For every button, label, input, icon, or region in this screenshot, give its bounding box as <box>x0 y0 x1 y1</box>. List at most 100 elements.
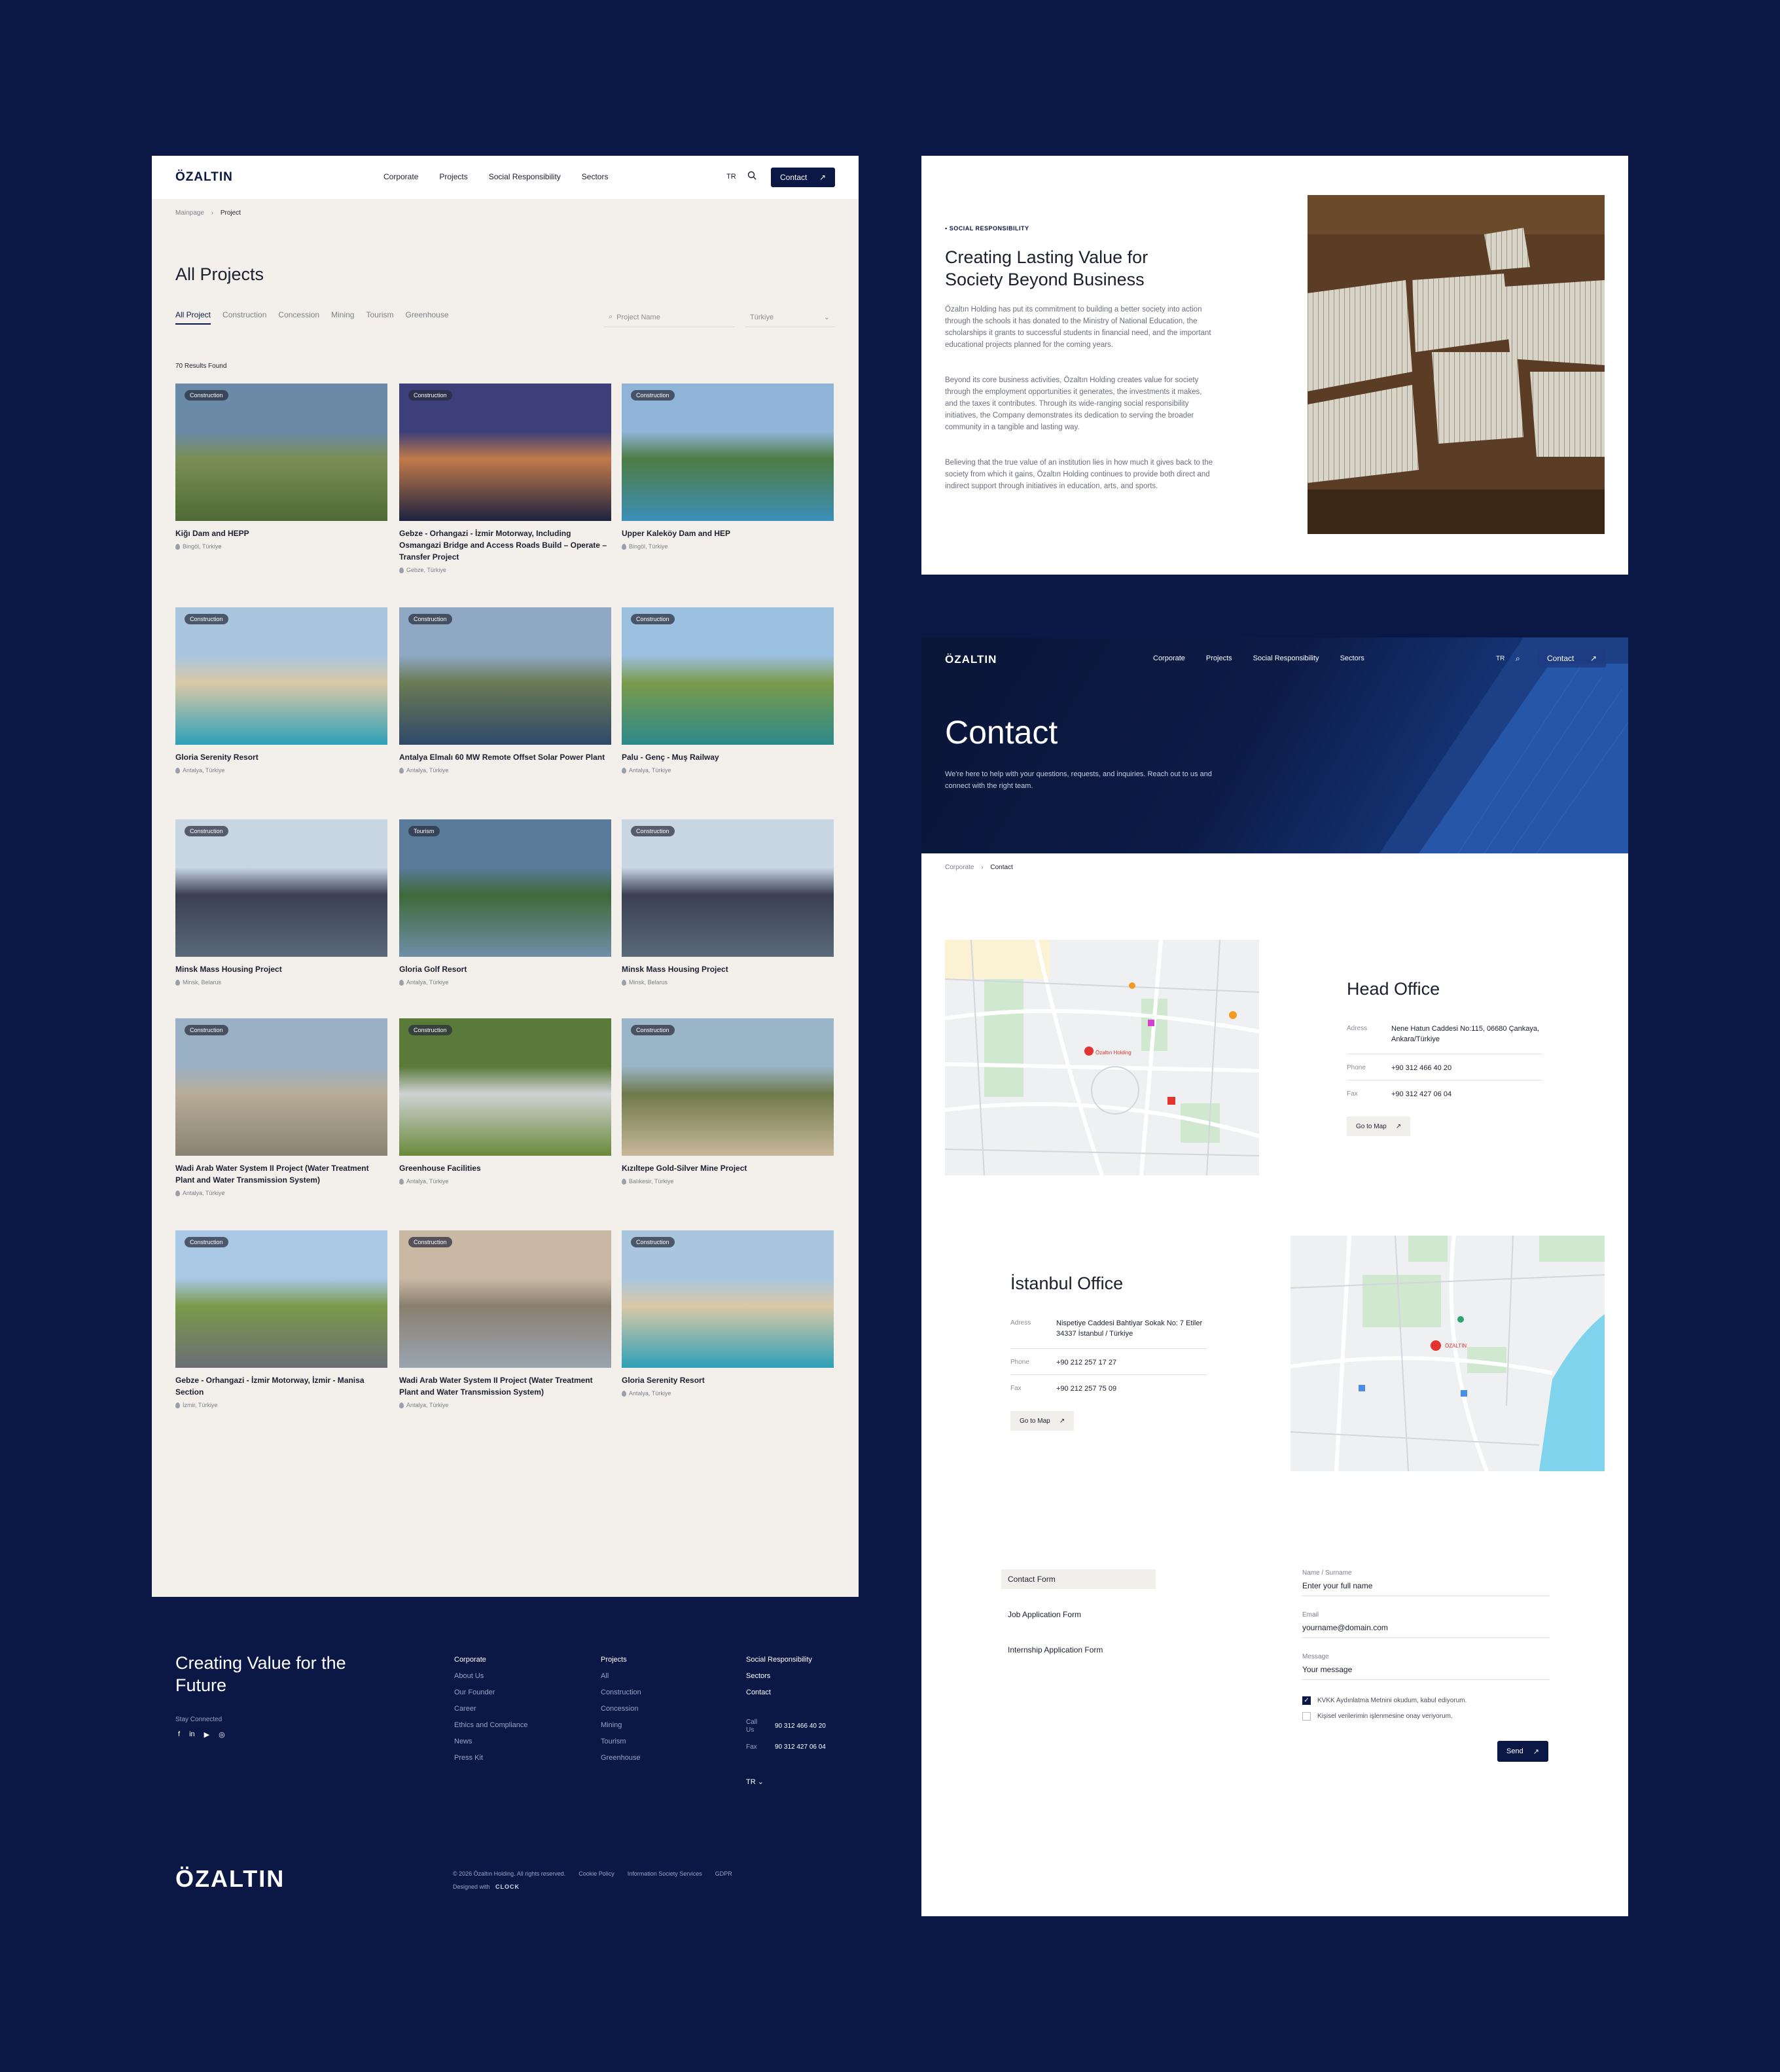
breadcrumb-home[interactable]: Corporate <box>945 864 974 871</box>
footer-link[interactable]: About Us <box>454 1668 528 1685</box>
footer-lang-select[interactable]: TR ⌄ <box>746 1777 764 1786</box>
project-card[interactable]: Construction Upper Kaleköy Dam and HEP Bin… <box>622 384 834 550</box>
project-card[interactable]: Construction Minsk Mass Housing Project Mi… <box>622 819 834 986</box>
tab-concession[interactable]: Concession <box>278 310 319 325</box>
project-card[interactable]: Construction Minsk Mass Housing Project Mi… <box>175 819 387 986</box>
project-card[interactable]: Construction Kızıltepe Gold-Silver Mine P… <box>622 1018 834 1185</box>
project-image[interactable]: Tourism <box>399 819 611 957</box>
project-title[interactable]: Antalya Elmalı 60 MW Remote Offset Solar… <box>399 751 611 763</box>
tab-tourism[interactable]: Tourism <box>366 310 393 325</box>
tab-mining[interactable]: Mining <box>331 310 354 325</box>
instagram-icon[interactable]: ◎ <box>219 1730 225 1739</box>
istanbul-office-go-to-map-button[interactable]: Go to Map ↗ <box>1010 1411 1075 1431</box>
project-title[interactable]: Kiğı Dam and HEPP <box>175 527 387 539</box>
search-icon[interactable]: ⌕ <box>1516 654 1520 664</box>
project-title[interactable]: Minsk Mass Housing Project <box>175 963 387 975</box>
nav-sectors[interactable]: Sectors <box>1340 654 1364 662</box>
facebook-icon[interactable]: f <box>178 1730 180 1739</box>
project-image[interactable]: Construction <box>175 1230 387 1368</box>
send-button[interactable]: Send ↗ <box>1497 1741 1548 1762</box>
project-title[interactable]: Gebze - Orhangazi - İzmir Motorway, Incl… <box>399 527 611 563</box>
footer-link[interactable]: Concession <box>601 1701 641 1717</box>
footer-link[interactable]: Projects <box>601 1652 641 1668</box>
footer-link[interactable]: Press Kit <box>454 1750 528 1766</box>
project-title[interactable]: Gloria Serenity Resort <box>175 751 387 763</box>
lang-switch[interactable]: TR <box>1496 655 1504 662</box>
project-title[interactable]: Gloria Golf Resort <box>399 963 611 975</box>
footer-link[interactable]: Construction <box>601 1685 641 1701</box>
gdpr-link[interactable]: GDPR <box>715 1870 732 1877</box>
project-title[interactable]: Gloria Serenity Resort <box>622 1374 834 1386</box>
kvkk-checkbox-row[interactable]: ✓ KVKK Aydınlatma Metnini okudum, kabul … <box>1302 1696 1467 1705</box>
project-search-input[interactable]: ⌕ Project Name <box>603 308 734 327</box>
footer-link[interactable]: Ethics and Compliance <box>454 1717 528 1734</box>
footer-link[interactable]: Our Founder <box>454 1685 528 1701</box>
project-title[interactable]: Gebze - Orhangazi - İzmir Motorway, İzmi… <box>175 1374 387 1398</box>
project-title[interactable]: Wadi Arab Water System II Project (Water… <box>175 1162 387 1186</box>
project-title[interactable]: Wadi Arab Water System II Project (Water… <box>399 1374 611 1398</box>
breadcrumb-home[interactable]: Mainpage <box>175 209 204 217</box>
footer-link[interactable]: Social Responsibility <box>746 1652 812 1668</box>
info-society-link[interactable]: Information Society Services <box>628 1870 702 1877</box>
footer-link[interactable]: All <box>601 1668 641 1685</box>
nav-social-responsibility[interactable]: Social Responsibility <box>1253 654 1319 662</box>
kvkk-checkbox[interactable]: ✓ <box>1302 1696 1311 1705</box>
tab-greenhouse[interactable]: Greenhouse <box>405 310 448 325</box>
project-card[interactable]: Construction Gebze - Orhangazi - İzmir Mo… <box>399 384 611 573</box>
project-card[interactable]: Construction Wadi Arab Water System II Pr… <box>399 1230 611 1408</box>
footer-link[interactable]: Career <box>454 1701 528 1717</box>
project-image[interactable]: Construction <box>622 607 834 745</box>
footer-link[interactable]: Greenhouse <box>601 1750 641 1766</box>
head-office-go-to-map-button[interactable]: Go to Map ↗ <box>1347 1116 1411 1136</box>
name-input[interactable]: Enter your full name <box>1302 1581 1550 1596</box>
project-card[interactable]: Construction Gebze - Orhangazi - İzmir Mo… <box>175 1230 387 1408</box>
project-title[interactable]: Greenhouse Facilities <box>399 1162 611 1174</box>
footer-link[interactable]: News <box>454 1734 528 1750</box>
youtube-icon[interactable]: ▶ <box>204 1730 209 1739</box>
nav-corporate[interactable]: Corporate <box>1153 654 1185 662</box>
message-input[interactable]: Your message <box>1302 1665 1550 1680</box>
istanbul-office-map[interactable]: ÖZALTIN <box>1290 1236 1605 1471</box>
search-icon[interactable] <box>747 171 756 180</box>
head-office-map[interactable]: Özaltın Holding <box>945 940 1259 1175</box>
nav-projects[interactable]: Projects <box>1206 654 1232 662</box>
footer-link[interactable]: Mining <box>601 1717 641 1734</box>
project-card[interactable]: Construction Wadi Arab Water System II Pr… <box>175 1018 387 1196</box>
contact-button[interactable]: Contact ↗ <box>771 168 835 187</box>
project-title[interactable]: Palu - Genç - Muş Railway <box>622 751 834 763</box>
nav-projects[interactable]: Projects <box>439 172 467 181</box>
consent-checkbox-row[interactable]: Kişisel verilerimin işlenmesine onay ver… <box>1302 1712 1453 1721</box>
project-image[interactable]: Construction <box>622 1230 834 1368</box>
call-number[interactable]: 90 312 466 40 20 <box>775 1723 826 1730</box>
footer-link[interactable]: Tourism <box>601 1734 641 1750</box>
linkedin-icon[interactable]: in <box>189 1730 195 1739</box>
project-image[interactable]: Construction <box>175 1018 387 1156</box>
project-card[interactable]: Construction Kiğı Dam and HEPP Bingöl, Tür… <box>175 384 387 550</box>
country-select[interactable]: Türkiye ⌄ <box>745 308 835 327</box>
contact-button[interactable]: Contact ↗ <box>1538 649 1606 668</box>
logo[interactable]: ÖZALTIN <box>945 653 997 666</box>
project-title[interactable]: Kızıltepe Gold-Silver Mine Project <box>622 1162 834 1174</box>
project-image[interactable]: Construction <box>175 384 387 521</box>
project-card[interactable]: Construction Gloria Serenity Resort Antaly… <box>175 607 387 774</box>
footer-logo[interactable]: ÖZALTIN <box>175 1865 285 1893</box>
project-image[interactable]: Construction <box>399 1230 611 1368</box>
project-image[interactable]: Construction <box>399 1018 611 1156</box>
project-image[interactable]: Construction <box>175 607 387 745</box>
project-image[interactable]: Construction <box>175 819 387 957</box>
project-image[interactable]: Construction <box>622 819 834 957</box>
tab-internship-application-form[interactable]: Internship Application Form <box>1001 1640 1109 1660</box>
istanbul-office-phone[interactable]: +90 212 257 17 27 <box>1056 1357 1116 1368</box>
project-card[interactable]: Construction Palu - Genç - Muş Railway Ant… <box>622 607 834 774</box>
project-card[interactable]: Construction Greenhouse Facilities Antalya… <box>399 1018 611 1185</box>
project-title[interactable]: Minsk Mass Housing Project <box>622 963 834 975</box>
project-card[interactable]: Construction Antalya Elmalı 60 MW Remote … <box>399 607 611 774</box>
project-title[interactable]: Upper Kaleköy Dam and HEP <box>622 527 834 539</box>
nav-sectors[interactable]: Sectors <box>582 172 609 181</box>
tab-all-project[interactable]: All Project <box>175 310 211 325</box>
project-image[interactable]: Construction <box>622 1018 834 1156</box>
nav-social-responsibility[interactable]: Social Responsibility <box>489 172 561 181</box>
lang-switch[interactable]: TR <box>726 173 736 181</box>
project-image[interactable]: Construction <box>622 384 834 521</box>
project-image[interactable]: Construction <box>399 384 611 521</box>
